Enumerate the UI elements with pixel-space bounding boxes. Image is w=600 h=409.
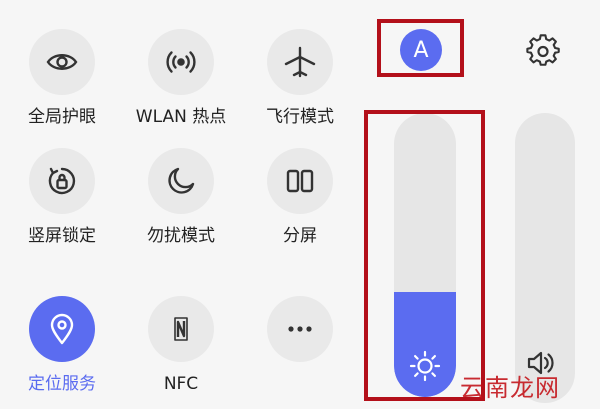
tile-do-not-disturb-button[interactable] bbox=[148, 148, 214, 214]
tile-hotspot[interactable]: WLAN 热点 bbox=[126, 29, 236, 127]
tile-split-screen[interactable]: 分屏 bbox=[245, 148, 355, 246]
tile-eye-protection-button[interactable] bbox=[29, 29, 95, 95]
tile-nfc[interactable]: NFC bbox=[126, 296, 236, 394]
sun-icon bbox=[409, 350, 441, 382]
rotation-lock-icon bbox=[48, 167, 76, 195]
auto-brightness-letter: A bbox=[413, 37, 429, 63]
tile-hotspot-button[interactable] bbox=[148, 29, 214, 95]
tile-location-button[interactable] bbox=[29, 296, 95, 362]
tile-hotspot-label: WLAN 热点 bbox=[135, 107, 227, 127]
tile-split-screen-label: 分屏 bbox=[283, 226, 317, 246]
eye-icon bbox=[46, 54, 78, 70]
tile-nfc-button[interactable] bbox=[148, 296, 214, 362]
brightness-slider[interactable] bbox=[394, 113, 456, 397]
tile-airplane-mode-label: 飞行模式 bbox=[266, 107, 334, 127]
tile-location-label: 定位服务 bbox=[28, 374, 96, 394]
tile-do-not-disturb-label: 勿扰模式 bbox=[147, 226, 215, 246]
tile-airplane-mode[interactable]: 飞行模式 bbox=[245, 29, 355, 127]
tile-eye-protection[interactable]: 全局护眼 bbox=[7, 29, 117, 127]
watermark: 云南龙网 bbox=[460, 374, 560, 402]
tile-nfc-label: NFC bbox=[163, 374, 199, 394]
tile-rotation-lock-label: 竖屏锁定 bbox=[28, 226, 96, 246]
tile-rotation-lock[interactable]: 竖屏锁定 bbox=[7, 148, 117, 246]
auto-brightness-button[interactable]: A bbox=[400, 29, 442, 71]
tile-do-not-disturb[interactable]: 勿扰模式 bbox=[126, 148, 236, 246]
airplane-icon bbox=[284, 46, 316, 78]
tile-more[interactable] bbox=[245, 296, 355, 374]
tile-airplane-mode-button[interactable] bbox=[267, 29, 333, 95]
nfc-icon bbox=[174, 317, 188, 341]
tile-eye-protection-label: 全局护眼 bbox=[28, 107, 96, 127]
split-screen-icon bbox=[286, 169, 314, 193]
gear-icon[interactable] bbox=[525, 33, 561, 69]
moon-icon bbox=[168, 167, 195, 194]
tile-location[interactable]: 定位服务 bbox=[7, 296, 117, 394]
tile-more-button[interactable] bbox=[267, 296, 333, 362]
tile-rotation-lock-button[interactable] bbox=[29, 148, 95, 214]
hotspot-icon bbox=[166, 51, 196, 73]
more-icon bbox=[288, 326, 312, 332]
location-icon bbox=[50, 313, 74, 345]
tile-split-screen-button[interactable] bbox=[267, 148, 333, 214]
